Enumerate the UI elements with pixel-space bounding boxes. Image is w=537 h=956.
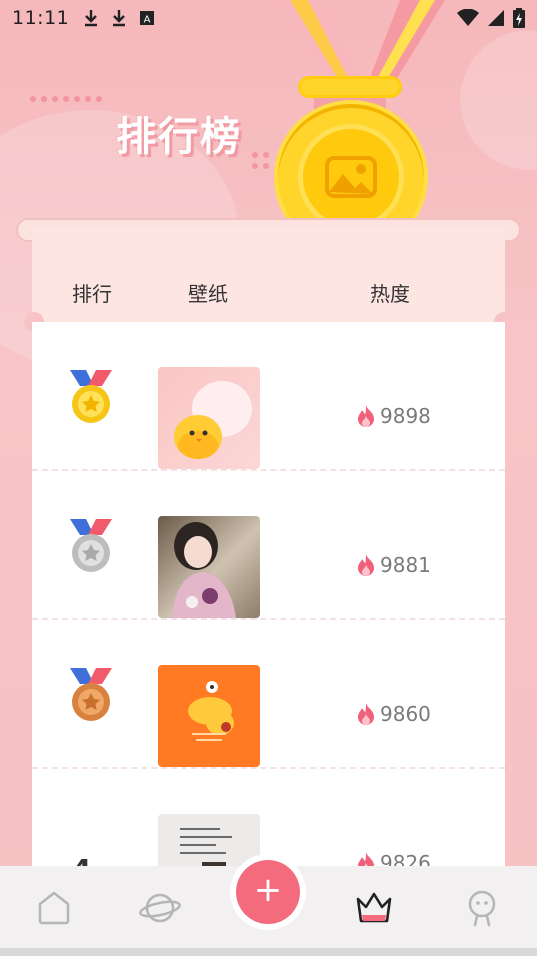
silver-medal-icon [70, 519, 112, 572]
nav-discover[interactable] [132, 880, 188, 936]
keyboard-a-icon: A [140, 11, 155, 26]
wallpaper-image [174, 381, 252, 459]
profile-icon [468, 890, 496, 927]
system-taskbar [0, 948, 537, 956]
heat-indicator: 9860 [356, 702, 431, 726]
heat-indicator: 9898 [356, 404, 431, 428]
bronze-medal-icon [70, 668, 112, 721]
wallpaper-thumbnail[interactable] [158, 516, 260, 618]
heat-value: 9860 [380, 702, 431, 726]
column-header-wallpaper: 壁纸 [188, 282, 228, 306]
status-time: 11:11 [12, 7, 70, 29]
crown-icon [356, 892, 392, 923]
signal-icon [488, 10, 504, 26]
heat-indicator: 9881 [356, 553, 431, 577]
flame-icon [358, 554, 374, 576]
bg-dots [252, 152, 276, 169]
wallpaper-thumbnail[interactable] [158, 814, 260, 868]
battery-charging-icon [513, 8, 525, 28]
download-icon [85, 10, 98, 27]
heat-value: 9881 [380, 553, 431, 577]
nav-ranking[interactable] [346, 880, 402, 936]
add-button[interactable]: + [236, 860, 300, 924]
nav-home[interactable] [26, 880, 82, 936]
wallpaper-image [180, 828, 232, 868]
wallpaper-thumbnail[interactable] [158, 367, 260, 469]
ranking-row[interactable]: 9881 [32, 471, 505, 620]
page-title: 排行榜 [116, 114, 242, 160]
svg-text:A: A [144, 15, 151, 26]
image-icon [325, 156, 377, 198]
home-icon [38, 891, 70, 925]
nav-profile[interactable] [454, 880, 510, 936]
column-header-heat: 热度 [370, 282, 410, 306]
ranking-row[interactable]: 9860 [32, 620, 505, 769]
ranking-row[interactable]: 4 9826 [32, 769, 505, 868]
download-icon [113, 10, 126, 27]
medal-inner [298, 124, 404, 230]
add-icon: + [253, 870, 283, 910]
gold-medal-icon [70, 370, 112, 423]
wallpaper-image [172, 522, 236, 618]
heat-value: 9898 [380, 404, 431, 428]
medal-hanger [298, 76, 402, 98]
ranking-screen: 11:11 A 排行榜 排行 壁纸 热度 9898 9881 9860 9826… [0, 0, 537, 956]
ranking-list: 9898 9881 9860 9826 [32, 322, 505, 868]
ranking-row[interactable]: 9898 [32, 322, 505, 471]
bg-dots [30, 96, 102, 102]
flame-icon [358, 703, 374, 725]
table-header [32, 228, 505, 322]
status-icons-left: A [83, 9, 155, 27]
wallpaper-thumbnail[interactable] [158, 665, 260, 767]
flame-icon [358, 405, 374, 427]
wallpaper-image [188, 681, 234, 741]
column-header-rank: 排行 [72, 282, 112, 306]
planet-icon [139, 893, 181, 923]
bg-bubble [460, 30, 537, 170]
